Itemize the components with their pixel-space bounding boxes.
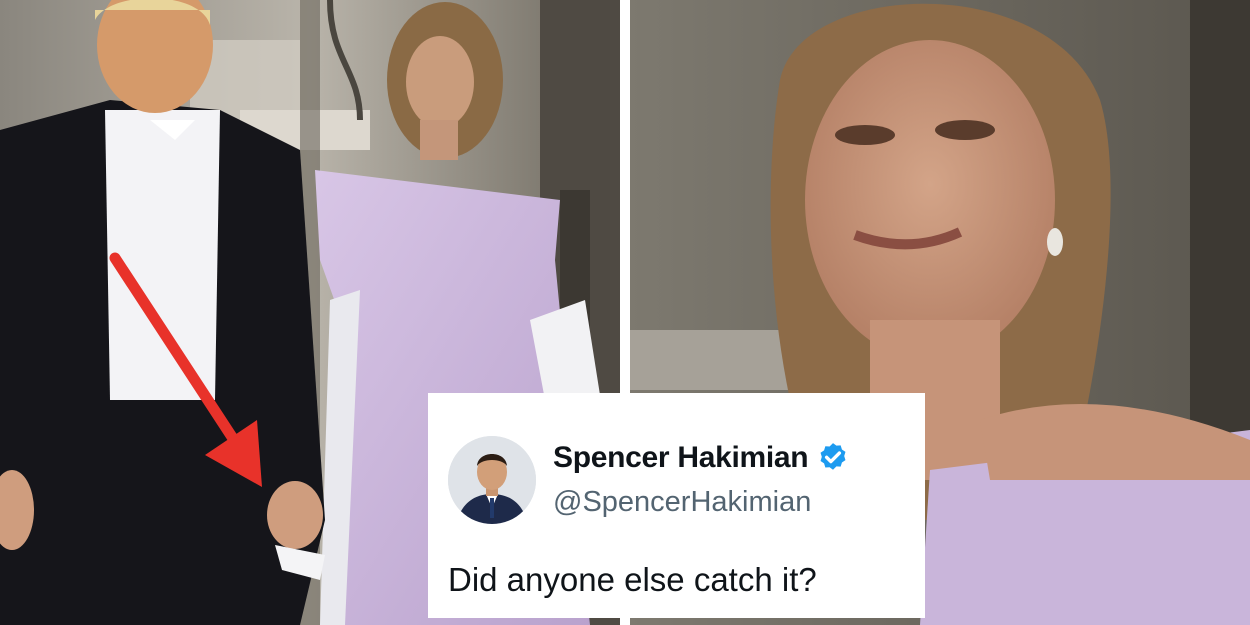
avatar[interactable] <box>448 436 536 524</box>
tweet-card[interactable]: Spencer Hakimian @SpencerHakimian Did an… <box>428 393 925 618</box>
verified-badge-icon <box>820 443 846 470</box>
tweet-author-row: Spencer Hakimian <box>553 441 850 475</box>
display-name[interactable]: Spencer Hakimian <box>553 441 809 475</box>
tweet-text: Did anyone else catch it? <box>448 561 817 598</box>
avatar-image <box>448 436 536 524</box>
user-handle[interactable]: @SpencerHakimian <box>553 486 811 519</box>
